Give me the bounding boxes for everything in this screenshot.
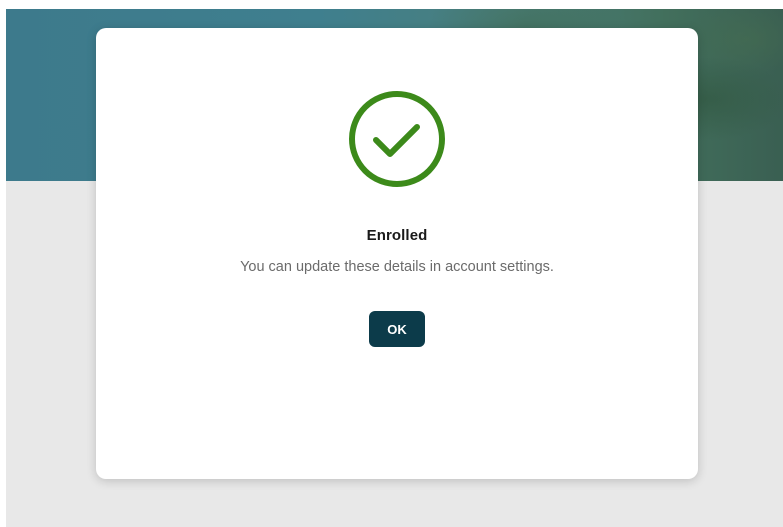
check-circle-icon: [349, 91, 445, 187]
dialog-title: Enrolled: [366, 227, 428, 244]
ok-button[interactable]: OK: [369, 311, 425, 347]
enrollment-success-dialog: Enrolled You can update these details in…: [96, 28, 698, 479]
app-viewport: Enrolled You can update these details in…: [6, 9, 783, 527]
dialog-message: You can update these details in account …: [240, 259, 554, 275]
